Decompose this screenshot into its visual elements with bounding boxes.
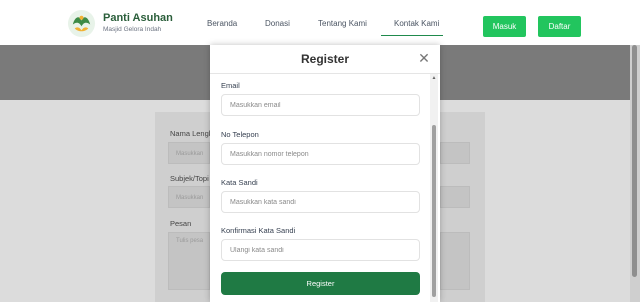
close-icon[interactable]: ✕	[417, 49, 431, 67]
nav-tentang-kami[interactable]: Tentang Kami	[318, 19, 367, 28]
nav-donasi[interactable]: Donasi	[265, 19, 290, 28]
modal-divider	[210, 73, 440, 74]
register-submit-button[interactable]: Register	[221, 272, 420, 295]
logo-icon[interactable]	[67, 9, 96, 38]
email-label: Email	[221, 81, 240, 90]
password-field[interactable]	[221, 191, 420, 213]
confirm-password-field[interactable]	[221, 239, 420, 261]
bg-message-label: Pesan	[170, 219, 192, 228]
nav-active-indicator	[381, 35, 443, 36]
modal-scroll-thumb[interactable]	[432, 125, 436, 297]
bg-message-textarea-right	[440, 232, 470, 290]
scroll-up-arrow-icon[interactable]: ▲	[431, 75, 437, 81]
confirm-password-label: Konfirmasi Kata Sandi	[221, 226, 296, 235]
nav-beranda[interactable]: Beranda	[207, 19, 237, 28]
modal-title: Register	[300, 52, 350, 66]
register-modal: Register ✕ Email No Telepon Kata Sandi K…	[210, 45, 440, 302]
nav-kontak-kami[interactable]: Kontak Kami	[394, 19, 439, 28]
phone-label: No Telepon	[221, 130, 259, 139]
phone-field[interactable]	[221, 143, 420, 165]
register-header-button[interactable]: Daftar	[538, 16, 581, 37]
bg-email-input	[440, 142, 470, 164]
password-label: Kata Sandi	[221, 178, 258, 187]
brand-subtitle: Masjid Gelora Indah	[103, 26, 162, 33]
bg-name-placeholder: Masukkan	[176, 151, 204, 157]
brand-title[interactable]: Panti Asuhan	[103, 12, 173, 24]
bg-message-placeholder: Tulis pesa	[176, 238, 204, 244]
login-button[interactable]: Masuk	[483, 16, 526, 37]
page-scroll-thumb[interactable]	[632, 45, 637, 277]
email-field[interactable]	[221, 94, 420, 116]
bg-subject-label: Subjek/Topi	[170, 174, 209, 183]
site-header: Panti Asuhan Masjid Gelora Indah Beranda…	[0, 0, 640, 45]
bg-subject-placeholder: Masukkan	[176, 195, 204, 201]
bg-name-label: Nama Lengk	[170, 129, 213, 138]
bg-subject-input-right	[440, 186, 470, 208]
